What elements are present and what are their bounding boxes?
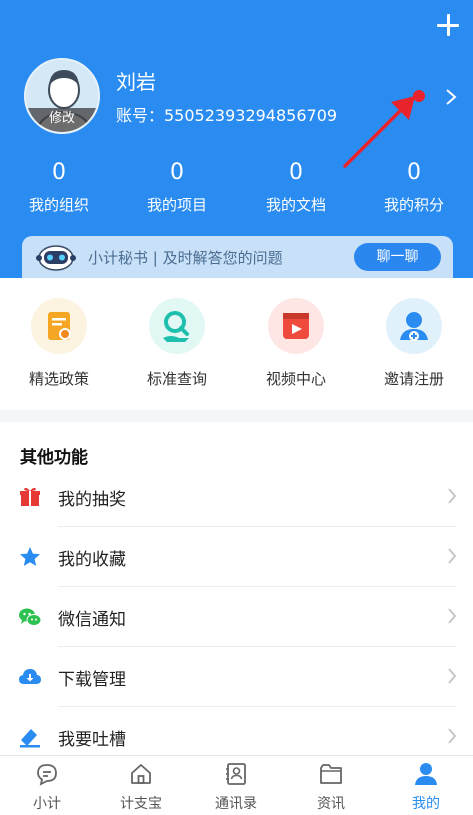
cloud-download-icon <box>19 669 41 684</box>
gift-icon <box>20 487 40 506</box>
robot-icon <box>36 245 76 271</box>
add-icon[interactable] <box>435 12 461 38</box>
chevron-right-icon[interactable] <box>445 88 457 106</box>
folder-icon <box>320 764 342 784</box>
banner-text: 小计秘书 | 及时解答您的问题 <box>88 249 283 267</box>
tab-label: 资讯 <box>317 796 345 812</box>
tab-label: 通讯录 <box>215 796 257 812</box>
menu-item-label: 微信通知 <box>58 610 126 630</box>
chat-icon <box>37 764 57 786</box>
feedback-icon <box>20 729 40 748</box>
menu-item-favorites[interactable]: 我的收藏 <box>0 527 473 587</box>
chat-button[interactable]: 聊一聊 <box>354 243 441 271</box>
stat-points[interactable]: 0 我的积分 <box>355 160 473 215</box>
chevron-right-icon <box>448 668 457 684</box>
home-icon <box>131 764 151 784</box>
menu-item-wechat[interactable]: 微信通知 <box>0 587 473 647</box>
menu-item-label: 下载管理 <box>58 670 126 690</box>
avatar-edit-label[interactable]: 修改 <box>26 108 98 132</box>
chevron-right-icon <box>448 548 457 564</box>
quick-action-invite[interactable]: 邀请注册 <box>355 298 473 389</box>
stat-value: 0 <box>289 160 303 185</box>
stat-label: 我的文档 <box>265 196 326 214</box>
invite-user-icon <box>386 298 442 354</box>
quick-action-label: 邀请注册 <box>383 370 444 388</box>
stat-label: 我的组织 <box>28 196 89 214</box>
quick-action-video[interactable]: 视频中心 <box>237 298 355 389</box>
tab-jizhibao[interactable]: 计支宝 <box>94 756 188 815</box>
stat-projects[interactable]: 0 我的项目 <box>118 160 236 215</box>
menu-item-label: 我要吐槽 <box>58 730 126 750</box>
menu-item-label: 我的抽奖 <box>58 490 126 510</box>
wechat-icon <box>19 608 42 626</box>
video-icon <box>268 298 324 354</box>
quick-action-label: 标准查询 <box>146 370 207 388</box>
profile-header: 修改 刘岩 账号：55052393294856709 0 我的组织 0 我的项目… <box>0 0 473 278</box>
section-title: 其他功能 <box>20 448 88 468</box>
policy-icon <box>31 298 87 354</box>
quick-action-policy[interactable]: 精选政策 <box>0 298 118 389</box>
tab-label: 计支宝 <box>120 796 162 812</box>
stat-documents[interactable]: 0 我的文档 <box>237 160 355 215</box>
star-icon <box>20 547 40 566</box>
account-number: 账号：55052393294856709 <box>116 106 338 125</box>
stat-organizations[interactable]: 0 我的组织 <box>0 160 118 215</box>
tab-label: 我的 <box>412 796 440 812</box>
standard-search-icon <box>149 298 205 354</box>
annotation-dot <box>413 90 425 102</box>
stat-value: 0 <box>170 160 184 185</box>
tab-label: 小计 <box>33 796 61 812</box>
quick-action-label: 精选政策 <box>28 370 89 388</box>
avatar[interactable]: 修改 <box>24 58 100 134</box>
tab-contacts[interactable]: 通讯录 <box>189 756 283 815</box>
section-divider <box>0 410 473 422</box>
tab-xiaoji[interactable]: 小计 <box>0 756 94 815</box>
stat-label: 我的积分 <box>383 196 444 214</box>
assistant-banner[interactable]: 小计秘书 | 及时解答您的问题 聊一聊 <box>22 236 453 278</box>
chevron-right-icon <box>448 728 457 744</box>
menu-item-downloads[interactable]: 下载管理 <box>0 647 473 707</box>
stat-value: 0 <box>52 160 66 185</box>
quick-action-standard[interactable]: 标准查询 <box>118 298 236 389</box>
stat-label: 我的项目 <box>146 196 207 214</box>
chevron-right-icon <box>448 488 457 504</box>
chevron-right-icon <box>448 608 457 624</box>
tab-mine[interactable]: 我的 <box>379 756 473 815</box>
menu-item-lottery[interactable]: 我的抽奖 <box>0 467 473 527</box>
stat-value: 0 <box>407 160 421 185</box>
user-name: 刘岩 <box>116 70 156 94</box>
menu-item-label: 我的收藏 <box>58 550 126 570</box>
contacts-icon <box>226 763 246 785</box>
tab-news[interactable]: 资讯 <box>284 756 378 815</box>
bottom-tab-bar: 小计 计支宝 通讯录 资讯 我的 <box>0 755 473 815</box>
quick-action-label: 视频中心 <box>265 370 326 388</box>
person-icon <box>415 763 437 785</box>
